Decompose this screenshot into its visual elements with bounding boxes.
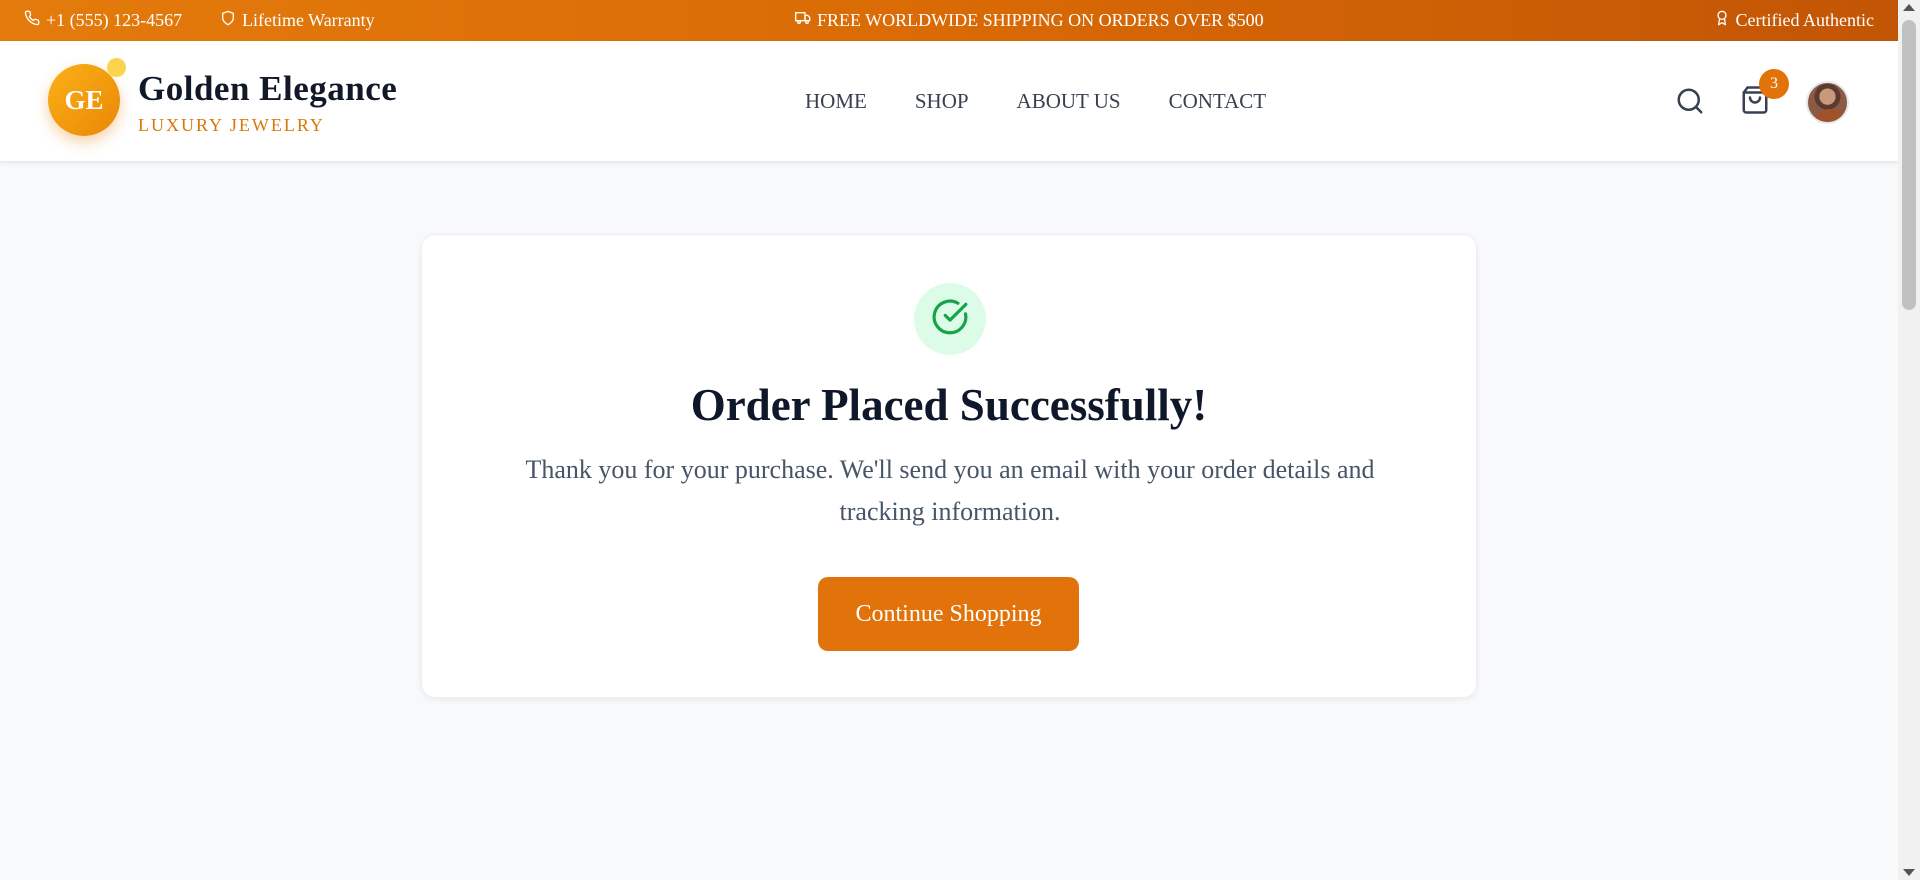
search-button[interactable] (1673, 86, 1707, 120)
order-confirmation-card: Order Placed Successfully! Thank you for… (421, 234, 1477, 698)
logo-accent-dot (107, 58, 126, 77)
confirmation-message: Thank you for your purchase. We'll send … (525, 455, 1375, 526)
warranty-label: Lifetime Warranty (242, 10, 375, 30)
phone-icon (24, 10, 40, 31)
announcement-bar: +1 (555) 123-4567 Lifetime Warranty FREE… (0, 0, 1898, 41)
scroll-thumb[interactable] (1902, 20, 1916, 310)
warranty-info: Lifetime Warranty (220, 0, 375, 41)
success-badge (914, 283, 986, 355)
scroll-up-arrow-icon[interactable] (1903, 4, 1915, 11)
authentic-info: Certified Authentic (1714, 0, 1874, 41)
page-scrollbar[interactable] (1898, 0, 1920, 880)
search-icon (1675, 86, 1705, 121)
nav-about-us[interactable]: ABOUT US (1017, 89, 1121, 114)
avatar-figure (1815, 109, 1844, 122)
brand-initials: GE (64, 84, 104, 115)
main-nav: HOME SHOP ABOUT US CONTACT (805, 41, 1266, 162)
nav-contact[interactable]: CONTACT (1169, 89, 1266, 114)
cart-count-badge: 3 (1759, 69, 1789, 99)
authentic-label: Certified Authentic (1735, 10, 1874, 30)
confirmation-title: Order Placed Successfully! (690, 380, 1208, 430)
check-circle-icon (931, 298, 969, 341)
phone-number: +1 (555) 123-4567 (46, 10, 183, 30)
brand-tagline: LUXURY JEWELRY (138, 115, 325, 135)
phone-contact[interactable]: +1 (555) 123-4567 (24, 0, 182, 41)
scroll-down-arrow-icon[interactable] (1903, 869, 1915, 876)
shield-icon (220, 10, 236, 31)
shipping-text: FREE WORLDWIDE SHIPPING ON ORDERS OVER $… (817, 10, 1264, 30)
brand-name[interactable]: Golden Elegance (138, 69, 397, 109)
shipping-promo: FREE WORLDWIDE SHIPPING ON ORDERS OVER $… (795, 0, 1264, 41)
award-icon (1714, 10, 1730, 31)
brand-logo[interactable]: GE (48, 64, 120, 136)
nav-shop[interactable]: SHOP (915, 89, 969, 114)
nav-home[interactable]: HOME (805, 89, 867, 114)
avatar[interactable] (1806, 81, 1849, 124)
continue-shopping-button[interactable]: Continue Shopping (818, 577, 1079, 651)
site-header: GE Golden Elegance LUXURY JEWELRY HOME S… (0, 41, 1898, 162)
truck-icon (795, 10, 811, 31)
